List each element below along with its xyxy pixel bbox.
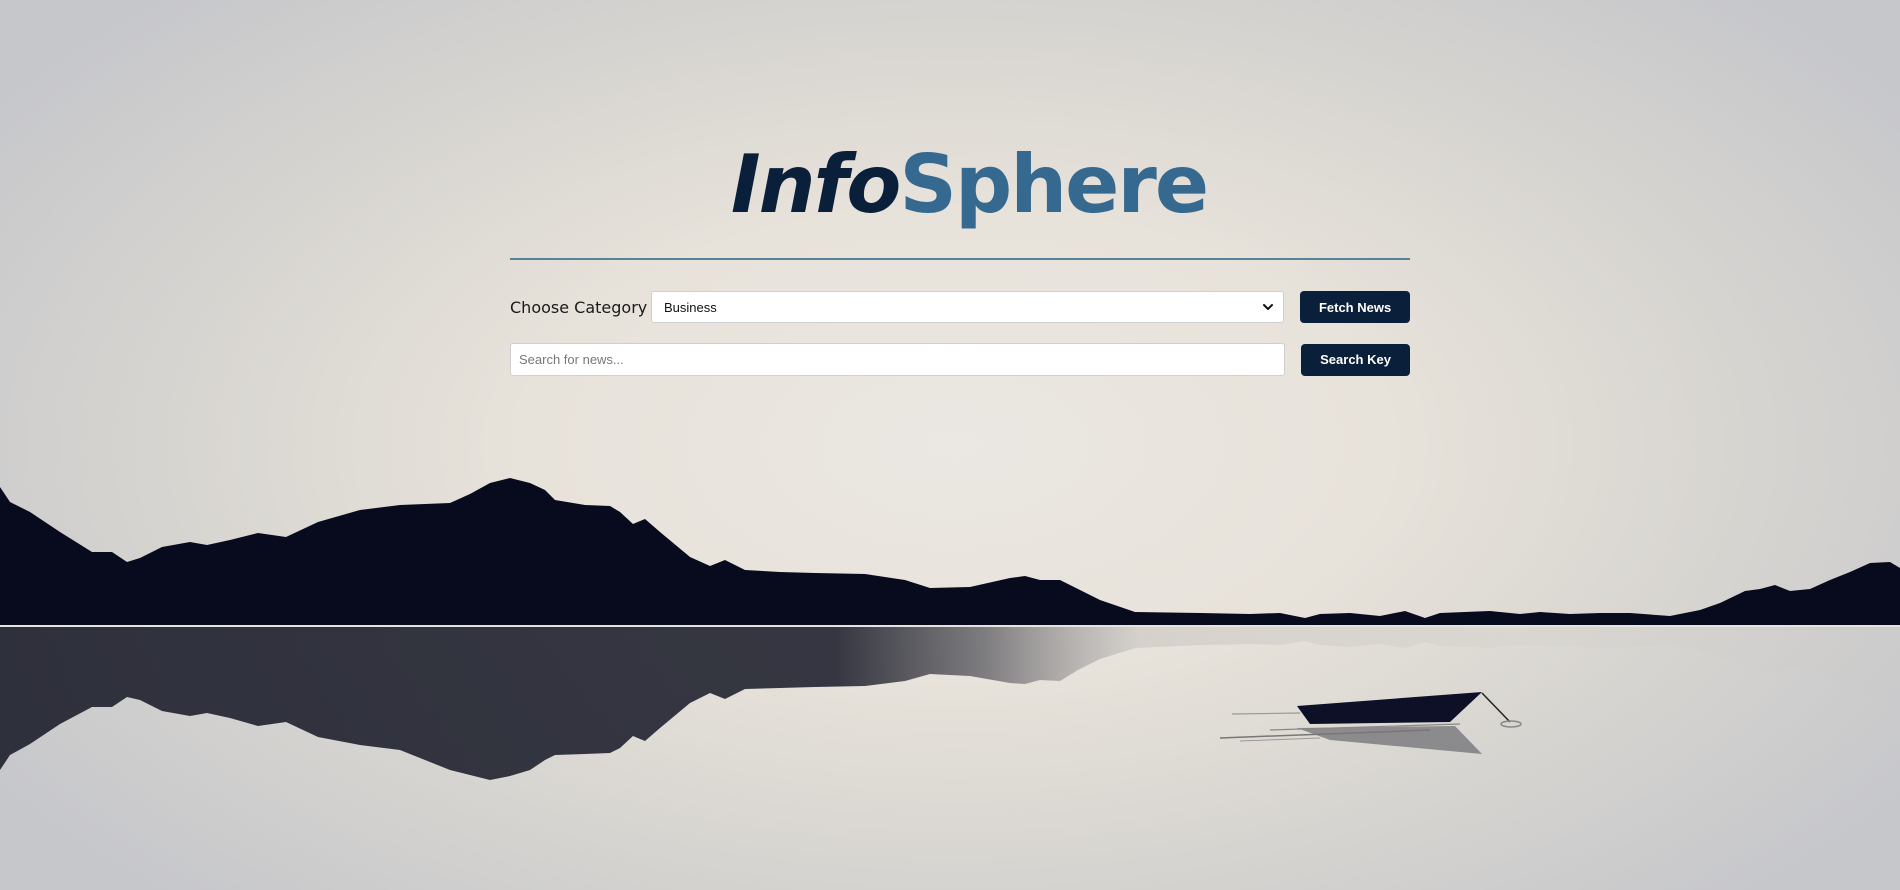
category-select[interactable]: Business xyxy=(651,291,1285,323)
main-panel: InfoSphere Choose Category : Business Fe… xyxy=(510,130,1410,376)
logo-part-sphere: Sphere xyxy=(899,138,1209,231)
category-selected-value: Business xyxy=(664,299,717,315)
mountain-reflection xyxy=(0,627,1900,780)
boat-silhouette xyxy=(1219,692,1522,754)
app-logo: InfoSphere xyxy=(510,130,1410,240)
category-label: Choose Category : xyxy=(510,297,658,317)
search-input[interactable] xyxy=(510,343,1286,376)
logo-part-info: Info xyxy=(730,138,901,231)
mountain-silhouette xyxy=(0,478,1900,625)
header-divider xyxy=(510,258,1410,260)
category-row: Choose Category : Business Fetch News xyxy=(510,291,1410,323)
chevron-down-icon xyxy=(1263,304,1274,310)
fetch-news-button[interactable]: Fetch News xyxy=(1300,291,1410,323)
search-row: Search Key xyxy=(510,343,1410,376)
search-key-button[interactable]: Search Key xyxy=(1301,343,1410,376)
